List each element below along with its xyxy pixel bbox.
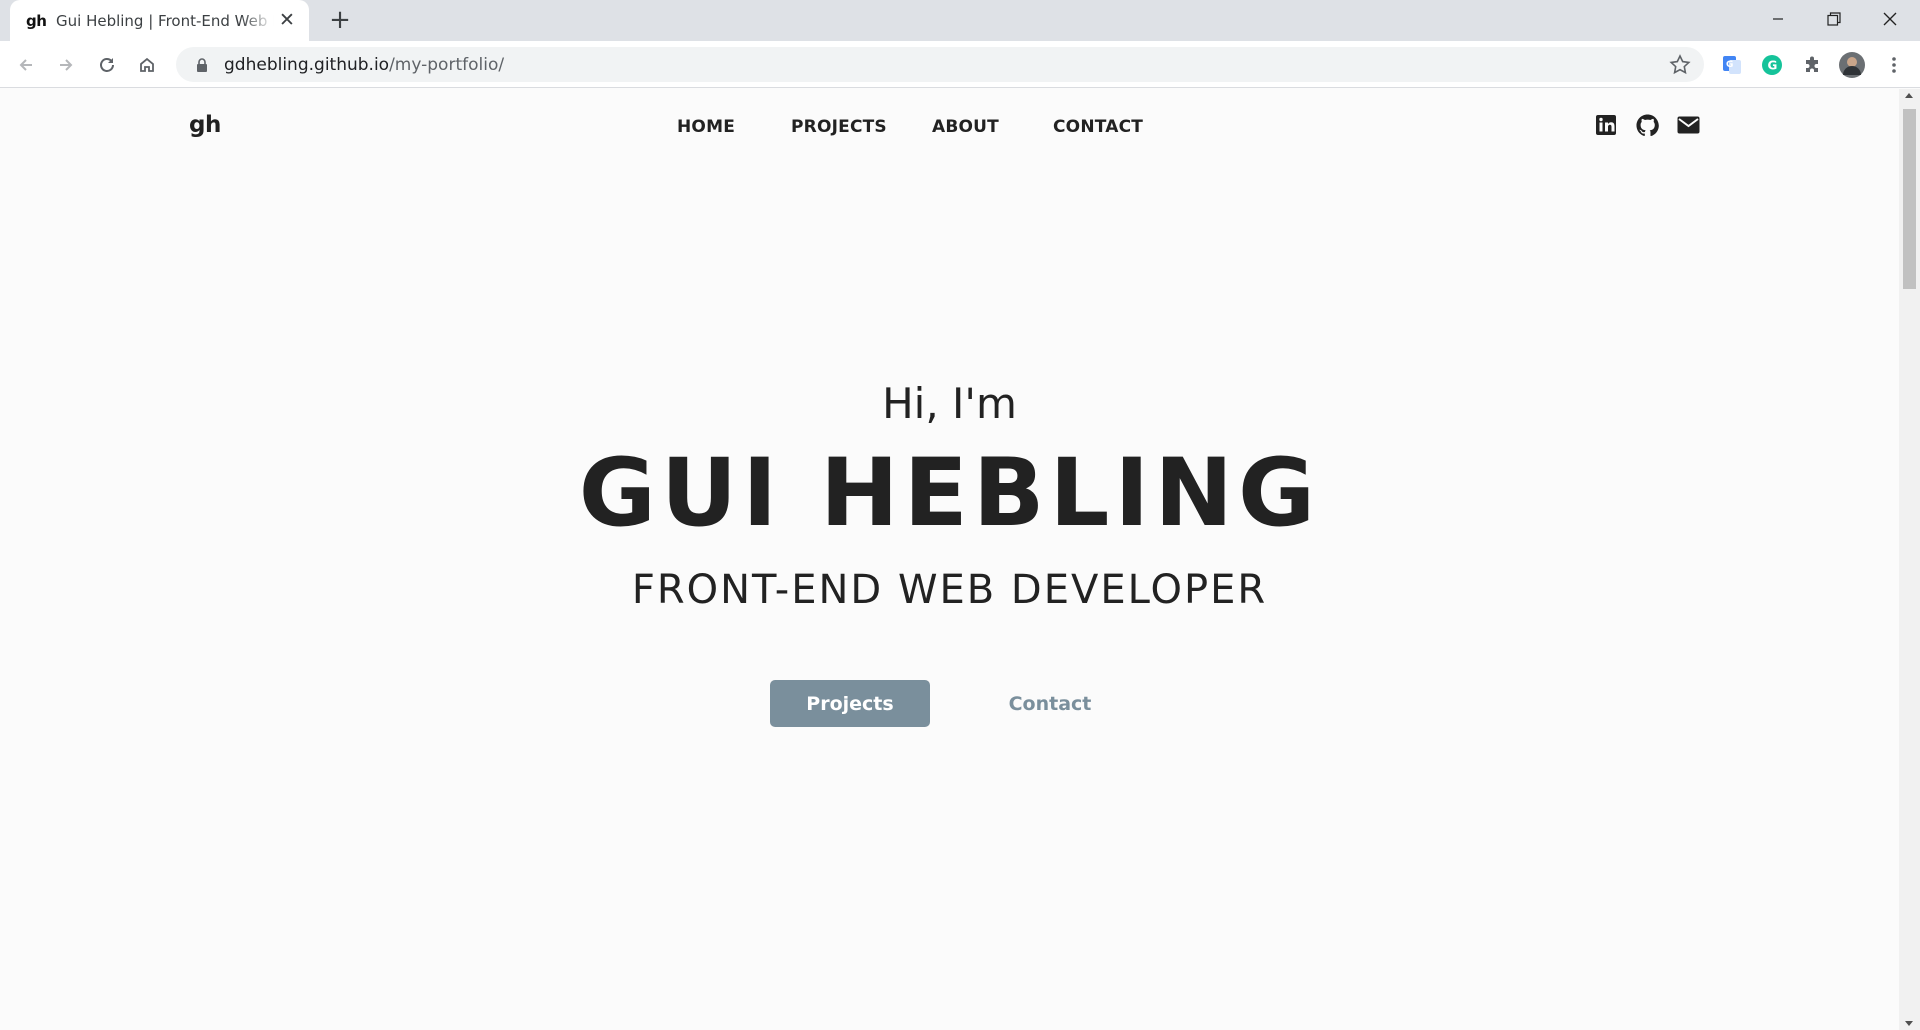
github-icon[interactable] [1634,112,1660,138]
back-arrow-icon[interactable] [10,49,42,81]
restore-icon[interactable] [1806,0,1862,38]
page-scrollbar[interactable] [1899,89,1920,1030]
hero-role: FRONT-END WEB DEVELOPER [631,567,1268,613]
browser-tab[interactable]: gh Gui Hebling | Front-End Web Developer… [10,0,309,41]
url-text: gdhebling.github.io/my-portfolio/ [224,55,504,75]
extensions-puzzle-icon[interactable] [1799,52,1825,78]
address-bar[interactable]: gdhebling.github.io/my-portfolio/ [176,47,1704,82]
tab-title: Gui Hebling | Front-End Web Developer [56,11,274,30]
bookmark-star-icon[interactable] [1668,53,1692,77]
nav-contact[interactable]: CONTACT [1053,117,1143,137]
svg-text:G: G [1768,59,1778,73]
grammarly-icon[interactable]: G [1759,52,1785,78]
profile-avatar[interactable] [1839,52,1865,78]
minimize-icon[interactable] [1750,0,1806,38]
nav-about[interactable]: ABOUT [932,117,999,137]
scroll-thumb[interactable] [1903,109,1916,289]
tab-strip: gh Gui Hebling | Front-End Web Developer… [0,0,1920,41]
email-icon[interactable] [1675,112,1701,138]
hero-name: GUI HEBLING [578,439,1321,548]
new-tab-button[interactable]: + [326,6,354,34]
window-close-icon[interactable] [1862,0,1918,38]
projects-button[interactable]: Projects [770,680,930,727]
site-logo[interactable]: gh [189,112,221,138]
svg-text:G: G [1726,60,1733,70]
lock-icon[interactable] [192,57,212,72]
url-path: /my-portfolio/ [389,54,505,75]
scroll-down-arrow-icon[interactable] [1905,1021,1913,1026]
reload-icon[interactable] [91,49,123,81]
browser-toolbar: gdhebling.github.io/my-portfolio/ G G [0,41,1920,88]
chrome-menu-icon[interactable] [1881,52,1907,78]
home-icon[interactable] [131,49,163,81]
tab-favicon: gh [26,11,47,30]
nav-home[interactable]: HOME [677,117,735,137]
scroll-up-arrow-icon[interactable] [1905,93,1913,98]
forward-arrow-icon[interactable] [50,49,82,81]
portfolio-page: gh HOME PROJECTS ABOUT CONTACT Hi, I'm G… [0,89,1899,1030]
url-host: gdhebling.github.io [224,54,390,75]
close-icon[interactable]: ✕ [277,10,297,30]
nav-projects[interactable]: PROJECTS [791,117,887,137]
google-translate-icon[interactable]: G [1719,52,1745,78]
hero-greeting: Hi, I'm [882,379,1017,428]
linkedin-icon[interactable] [1593,112,1619,138]
contact-button[interactable]: Contact [970,680,1130,727]
